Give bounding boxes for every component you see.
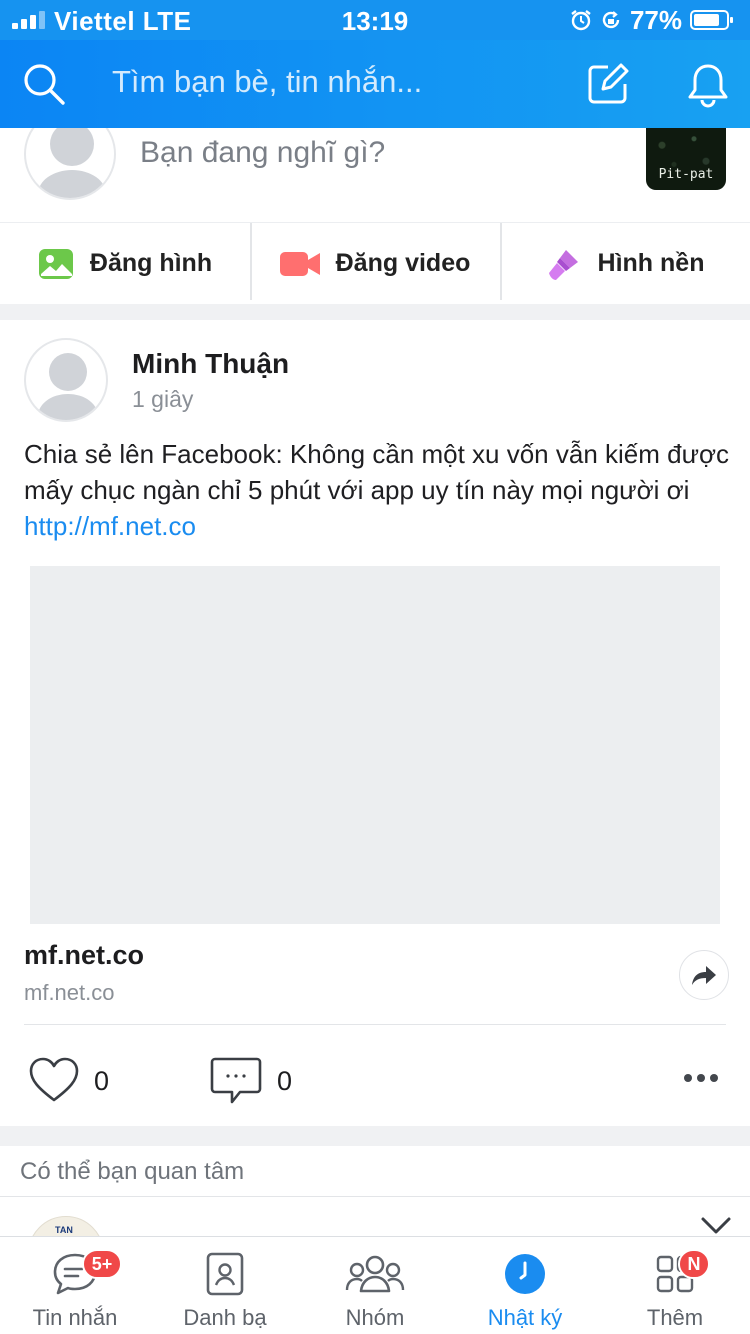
composer-actions: Đăng hình Đăng video Hình nền <box>0 222 750 304</box>
suggestions-title: Có thể bạn quan tâm <box>20 1158 245 1185</box>
search-input[interactable]: Tìm bạn bè, tin nhắn... <box>112 64 422 100</box>
video-icon <box>279 251 320 276</box>
heart-icon[interactable] <box>28 1056 80 1104</box>
suggestion-avatar[interactable]: TAN <box>28 1216 104 1236</box>
tab-groups[interactable]: Nhóm <box>300 1237 450 1334</box>
tab-contacts[interactable]: Danh bạ <box>150 1237 300 1334</box>
tab-messages[interactable]: 5+ Tin nhắn <box>0 1237 150 1334</box>
default-avatar-icon <box>38 128 106 198</box>
brush-icon <box>548 249 578 280</box>
tab-more[interactable]: N Thêm <box>600 1237 750 1334</box>
share-icon <box>692 966 716 985</box>
like-count: 0 <box>94 1066 110 1096</box>
bottom-tab-bar: 5+ Tin nhắn Danh bạ Nhóm Nhật ký N Thêm <box>0 1236 750 1334</box>
alarm-icon <box>571 10 591 31</box>
contacts-icon <box>206 1252 244 1296</box>
suggestion-avatar-text: TAN <box>55 1225 73 1235</box>
divider <box>24 1024 726 1025</box>
comment-count: 0 <box>277 1066 293 1096</box>
status-right: 77% <box>570 5 734 35</box>
link-preview-title[interactable]: mf.net.co <box>24 940 144 971</box>
tab-timeline[interactable]: Nhật ký <box>450 1237 600 1334</box>
link-preview-domain: mf.net.co <box>24 980 115 1005</box>
battery-percent: 77% <box>629 4 682 35</box>
app-header: Tìm bạn bè, tin nhắn... <box>0 40 750 128</box>
rotation-lock-icon <box>602 11 620 29</box>
bell-icon[interactable] <box>686 62 730 108</box>
post-text: Chia sẻ lên Facebook: Không cần một xu v… <box>24 439 730 541</box>
post-time: 1 giây <box>132 386 194 412</box>
post-composer[interactable]: Bạn đang nghĩ gì? Pit-pat <box>0 128 750 222</box>
group-icon <box>345 1255 405 1293</box>
battery-icon <box>690 10 733 30</box>
comment-icon[interactable] <box>210 1056 262 1106</box>
divider <box>0 1196 750 1197</box>
avatar[interactable] <box>24 128 116 200</box>
post-photo-button[interactable]: Đăng hình <box>0 223 250 304</box>
new-badge: N <box>678 1249 710 1279</box>
thumbnail-caption: Pit-pat <box>658 167 714 182</box>
story-thumbnail[interactable]: Pit-pat <box>646 128 726 190</box>
post-video-button[interactable]: Đăng video <box>250 223 500 304</box>
feed-post: Minh Thuận 1 giây Chia sẻ lên Facebook: … <box>0 320 750 1126</box>
compose-icon[interactable] <box>586 62 630 106</box>
search-icon[interactable] <box>22 62 66 106</box>
unread-badge: 5+ <box>82 1249 122 1279</box>
suggestions-section: Có thể bạn quan tâm TAN <box>0 1146 750 1236</box>
photo-icon <box>38 248 73 279</box>
composer-placeholder[interactable]: Bạn đang nghĩ gì? <box>140 136 385 170</box>
more-options-icon[interactable] <box>684 1074 718 1082</box>
link-preview-image[interactable] <box>30 566 720 924</box>
author-avatar[interactable] <box>24 338 108 422</box>
chevron-down-icon[interactable] <box>700 1216 732 1236</box>
share-button[interactable] <box>679 950 729 1000</box>
post-author[interactable]: Minh Thuận <box>132 348 289 380</box>
background-button[interactable]: Hình nền <box>500 223 750 304</box>
default-avatar-icon <box>38 353 98 420</box>
post-link[interactable]: http://mf.net.co <box>24 511 196 541</box>
timeline-icon <box>505 1254 545 1294</box>
status-bar: Viettel LTE 13:19 77% <box>0 0 750 40</box>
